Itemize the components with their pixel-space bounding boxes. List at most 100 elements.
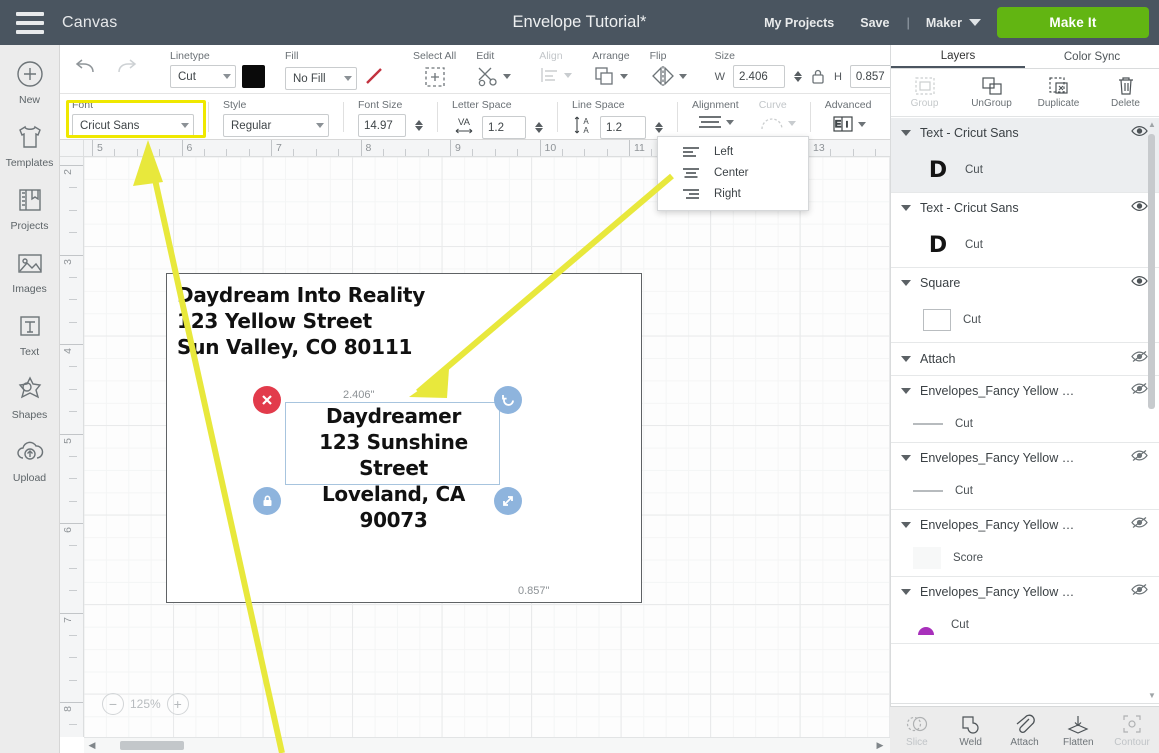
layers-icon[interactable]: [593, 65, 617, 87]
my-projects-link[interactable]: My Projects: [751, 16, 847, 30]
flip-group[interactable]: Flip: [640, 45, 697, 93]
alignment-option-center[interactable]: Center: [658, 162, 808, 183]
chevron-down-icon[interactable]: [620, 73, 629, 79]
lock-aspect-icon[interactable]: [810, 68, 826, 85]
chevron-down-icon[interactable]: [725, 119, 734, 125]
layers-list[interactable]: Text - Cricut Sans D Cut Text - Cricut S…: [891, 118, 1159, 703]
return-address-text[interactable]: Daydream Into Reality 123 Yellow Street …: [177, 282, 425, 360]
letter-space-stepper[interactable]: [535, 122, 543, 133]
eye-hidden-icon[interactable]: [1131, 449, 1148, 467]
rail-item-upload[interactable]: Upload: [0, 435, 60, 484]
slice-button[interactable]: Slice: [890, 707, 944, 753]
scroll-right-arrow-icon[interactable]: ▶: [872, 740, 888, 751]
rail-item-shapes[interactable]: Shapes: [0, 372, 60, 421]
save-button[interactable]: Save: [847, 16, 902, 30]
advanced-e-icon[interactable]: E i: [831, 114, 855, 134]
alignment-option-left[interactable]: Left: [658, 141, 808, 162]
destination-selection-box[interactable]: Daydreamer 123 Sunshine Street Loveland,…: [285, 402, 500, 532]
hamburger-icon[interactable]: [16, 11, 44, 34]
delete-button[interactable]: Delete: [1092, 69, 1159, 116]
layer-collapse-caret-icon[interactable]: [901, 589, 911, 595]
layer-group[interactable]: Envelopes_Fancy Yellow … Cut: [891, 376, 1159, 443]
linetype-select[interactable]: Cut: [170, 65, 236, 88]
make-it-button[interactable]: Make It: [997, 7, 1149, 38]
rotate-handle[interactable]: [494, 386, 522, 414]
font-select[interactable]: Cricut Sans: [72, 114, 194, 137]
style-select[interactable]: Regular: [223, 114, 329, 137]
layers-scrollbar[interactable]: ▲ ▼: [1147, 120, 1157, 700]
layer-group[interactable]: Envelopes_Fancy Yellow … Score: [891, 510, 1159, 577]
scissors-pen-icon[interactable]: [476, 65, 500, 87]
line-space-stepper[interactable]: [655, 122, 663, 133]
destination-address-text[interactable]: Daydreamer 123 Sunshine Street Loveland,…: [286, 403, 501, 533]
layer-collapse-caret-icon[interactable]: [901, 522, 911, 528]
scroll-up-arrow-icon[interactable]: ▲: [1147, 120, 1157, 129]
redo-icon[interactable]: [114, 57, 140, 82]
layer-collapse-caret-icon[interactable]: [901, 455, 911, 461]
layer-group[interactable]: Text - Cricut Sans D Cut: [891, 118, 1159, 193]
resize-handle[interactable]: [494, 487, 522, 515]
layer-group[interactable]: Envelopes_Fancy Yellow … Cut: [891, 443, 1159, 510]
eye-hidden-icon[interactable]: [1131, 382, 1148, 400]
rail-item-images[interactable]: Images: [0, 246, 60, 295]
rail-item-new[interactable]: New: [0, 57, 60, 106]
layer-group[interactable]: Square Cut: [891, 268, 1159, 343]
rail-item-projects[interactable]: Projects: [0, 183, 60, 232]
line-space-input[interactable]: 1.2: [600, 116, 646, 139]
chevron-down-icon[interactable]: [678, 73, 687, 79]
select-all-group[interactable]: Select All: [403, 45, 466, 93]
align-lines-icon[interactable]: [697, 114, 723, 130]
arrange-group[interactable]: Arrange: [582, 45, 639, 93]
select-all-icon[interactable]: [423, 65, 447, 94]
eye-visible-icon[interactable]: [1131, 199, 1148, 217]
scroll-left-arrow-icon[interactable]: ◀: [84, 740, 100, 751]
chevron-down-icon[interactable]: [503, 73, 512, 79]
canvas-grid[interactable]: Daydream Into Reality 123 Yellow Street …: [84, 157, 890, 737]
alignment-option-right[interactable]: Right: [658, 183, 808, 204]
fill-select[interactable]: No Fill: [285, 67, 357, 90]
attach-button[interactable]: Attach: [998, 707, 1052, 753]
layer-collapse-caret-icon[interactable]: [901, 280, 911, 286]
eye-hidden-icon[interactable]: [1131, 583, 1148, 601]
zoom-in-button[interactable]: +: [166, 693, 189, 715]
eye-visible-icon[interactable]: [1131, 124, 1148, 142]
chevron-down-icon[interactable]: [857, 121, 866, 127]
eye-hidden-icon[interactable]: [1131, 516, 1148, 534]
horizontal-scrollbar[interactable]: ◀ ▶: [84, 737, 890, 753]
zoom-out-button[interactable]: −: [102, 693, 124, 715]
undo-icon[interactable]: [72, 57, 98, 82]
scroll-down-arrow-icon[interactable]: ▼: [1147, 691, 1157, 700]
layer-collapse-caret-icon[interactable]: [901, 130, 911, 136]
layer-collapse-caret-icon[interactable]: [901, 356, 911, 362]
layer-group[interactable]: Text - Cricut Sans D Cut: [891, 193, 1159, 268]
edit-group[interactable]: Edit: [466, 45, 521, 93]
duplicate-button[interactable]: Duplicate: [1025, 69, 1092, 116]
lock-handle[interactable]: [253, 487, 281, 515]
tab-layers[interactable]: Layers: [891, 45, 1025, 68]
scrollbar-thumb[interactable]: [120, 741, 184, 750]
group-button[interactable]: Group: [891, 69, 958, 116]
machine-selector[interactable]: Maker: [914, 16, 991, 30]
weld-button[interactable]: Weld: [944, 707, 998, 753]
flip-icon[interactable]: [650, 65, 676, 87]
layer-collapse-caret-icon[interactable]: [901, 205, 911, 211]
eye-visible-icon[interactable]: [1131, 274, 1148, 292]
eye-hidden-icon[interactable]: [1131, 350, 1148, 368]
width-stepper[interactable]: [793, 71, 802, 82]
layer-collapse-caret-icon[interactable]: [901, 388, 911, 394]
contour-button[interactable]: Contour: [1105, 707, 1159, 753]
tab-color-sync[interactable]: Color Sync: [1025, 45, 1159, 68]
alignment-group[interactable]: Alignment: [682, 94, 749, 140]
red-diagonal-line-icon[interactable]: [363, 65, 385, 92]
layers-scrollbar-thumb[interactable]: [1148, 134, 1155, 409]
delete-handle[interactable]: [253, 386, 281, 414]
linetype-color-swatch[interactable]: [242, 65, 265, 88]
layer-group[interactable]: Attach: [891, 343, 1159, 376]
rail-item-text[interactable]: Text: [0, 309, 60, 358]
font-size-stepper[interactable]: [415, 120, 423, 131]
flatten-button[interactable]: Flatten: [1051, 707, 1105, 753]
letter-space-input[interactable]: 1.2: [482, 116, 526, 139]
advanced-group[interactable]: Advanced E i: [815, 94, 882, 140]
font-size-input[interactable]: 14.97: [358, 114, 406, 137]
ungroup-button[interactable]: UnGroup: [958, 69, 1025, 116]
